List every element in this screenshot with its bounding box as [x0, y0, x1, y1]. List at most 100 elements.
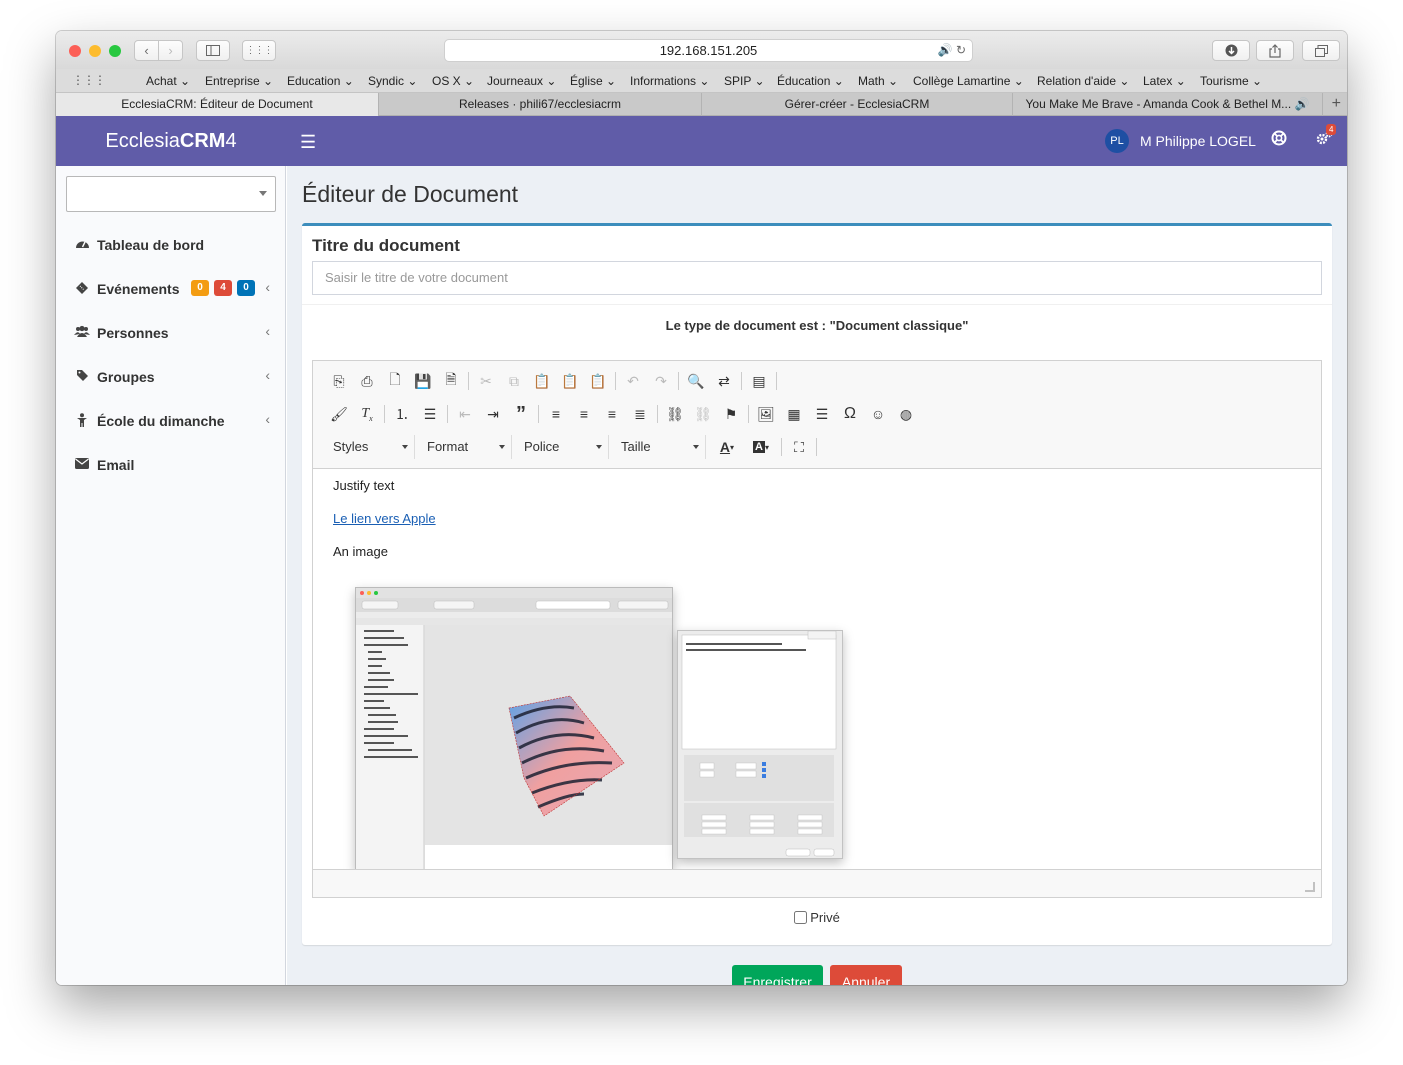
toolbar-separator	[816, 438, 817, 456]
paste-text-icon[interactable]: 📋	[556, 369, 584, 393]
replace-icon[interactable]: ⇄	[710, 369, 738, 393]
remove-format-icon[interactable]: Tx	[353, 402, 381, 426]
save-icon[interactable]: 💾	[409, 369, 437, 393]
outdent-icon[interactable]: ⇤	[451, 402, 479, 426]
unlink-icon[interactable]: ⛓	[689, 402, 717, 426]
text-color-icon[interactable]: A ▾	[710, 435, 744, 459]
minimize-window-button[interactable]	[89, 45, 101, 57]
private-checkbox[interactable]	[794, 911, 808, 924]
tab-gerer[interactable]: Gérer-créer - EcclesiaCRM	[702, 93, 1013, 116]
image-icon[interactable]: 🖼	[752, 402, 780, 426]
paste-icon[interactable]: 📋	[528, 369, 556, 393]
align-center-icon[interactable]: ≡	[570, 402, 598, 426]
editor-content[interactable]: Justify text Le lien vers Apple An image	[313, 469, 1321, 869]
smiley-icon[interactable]: ☺	[864, 402, 892, 426]
bookmark-eglise[interactable]: Église ⌄	[570, 74, 616, 88]
sidebar-item-email[interactable]: Email	[56, 443, 286, 487]
iframe-globe-icon[interactable]: ◍	[892, 402, 920, 426]
reload-icon[interactable]: ↻	[956, 43, 966, 57]
copy-format-icon[interactable]: 🖌	[325, 402, 353, 426]
bookmark-math[interactable]: Math ⌄	[858, 74, 898, 88]
maximize-icon[interactable]: ⛶	[785, 435, 813, 459]
font-combo[interactable]: Police	[516, 435, 609, 459]
copy-icon[interactable]: ⧉	[500, 369, 528, 393]
apple-link[interactable]: Le lien vers Apple	[333, 511, 436, 526]
apps-grid-icon[interactable]: ⋮⋮⋮	[72, 73, 106, 87]
bg-color-icon[interactable]: A ▾	[744, 435, 778, 459]
size-combo[interactable]: Taille	[613, 435, 706, 459]
new-page-icon[interactable]: 🗋	[381, 369, 409, 393]
redo-icon[interactable]: ↷	[647, 369, 675, 393]
link-icon[interactable]: ⛓	[661, 402, 689, 426]
select-all-icon[interactable]: ▤	[745, 369, 773, 393]
events-badge-orange: 0	[191, 280, 209, 296]
tab-releases[interactable]: Releases · phili67/ecclesiacrm	[379, 93, 702, 116]
styles-combo[interactable]: Styles	[325, 435, 415, 459]
table-icon[interactable]: ▦	[780, 402, 808, 426]
forward-button[interactable]: ›	[158, 40, 183, 61]
url-actions: 🔊 ↻	[938, 40, 966, 61]
cancel-button[interactable]: Annuler	[830, 965, 902, 985]
indent-icon[interactable]: ⇥	[479, 402, 507, 426]
horizontal-rule-icon[interactable]: ☰	[808, 402, 836, 426]
close-window-button[interactable]	[69, 45, 81, 57]
sidebar-item-evenements[interactable]: Evénements 0 4 0 ‹	[56, 267, 286, 311]
bookmark-informations[interactable]: Informations ⌄	[630, 74, 709, 88]
bookmark-syndic[interactable]: Syndic ⌄	[368, 74, 417, 88]
anchor-flag-icon[interactable]: ⚑	[717, 402, 745, 426]
format-combo[interactable]: Format	[419, 435, 512, 459]
help-lifebuoy-icon[interactable]	[1271, 130, 1287, 151]
print-icon[interactable]: ⎙	[353, 369, 381, 393]
paste-word-icon[interactable]: 📋	[584, 369, 612, 393]
bookmark-achat[interactable]: Achat ⌄	[146, 74, 190, 88]
document-title-input[interactable]: Saisir le titre de votre document	[312, 261, 1322, 295]
app-logo[interactable]: EcclesiaCRM4	[56, 116, 286, 166]
bookmark-journeaux[interactable]: Journeaux ⌄	[487, 74, 556, 88]
save-button[interactable]: Enregistrer	[732, 965, 823, 985]
templates-icon[interactable]: 🗎	[437, 369, 465, 393]
downloads-button[interactable]	[1212, 40, 1250, 61]
undo-icon[interactable]: ↶	[619, 369, 647, 393]
address-bar[interactable]: 192.168.151.205 🔊 ↻	[444, 39, 973, 62]
bookmark-latex[interactable]: Latex ⌄	[1143, 74, 1186, 88]
zoom-window-button[interactable]	[109, 45, 121, 57]
share-button[interactable]	[1256, 40, 1294, 61]
sidebar-item-ecole[interactable]: École du dimanche ‹	[56, 399, 286, 443]
sidebar-search-select[interactable]	[66, 176, 276, 212]
resize-handle-icon[interactable]	[1305, 882, 1315, 892]
align-justify-icon[interactable]: ≣	[626, 402, 654, 426]
bookmark-spip[interactable]: SPIP ⌄	[724, 74, 765, 88]
bookmark-education[interactable]: Education ⌄	[287, 74, 354, 88]
user-name[interactable]: M Philippe LOGEL	[1140, 133, 1256, 149]
bookmark-entreprise[interactable]: Entreprise ⌄	[205, 74, 273, 88]
numbered-list-icon[interactable]: ⒈	[388, 402, 416, 426]
bookmark-relation[interactable]: Relation d'aide ⌄	[1037, 74, 1129, 88]
bookmark-college[interactable]: Collège Lamartine ⌄	[913, 74, 1024, 88]
bookmark-tourisme[interactable]: Tourisme ⌄	[1200, 74, 1262, 88]
embedded-screenshot-image[interactable]	[355, 587, 673, 869]
avatar[interactable]: PL	[1105, 129, 1129, 153]
speaker-icon[interactable]: 🔊	[938, 43, 953, 57]
sidebar-toggle-button[interactable]	[196, 40, 230, 61]
top-sites-button[interactable]: ⋮⋮⋮	[242, 40, 276, 61]
bulleted-list-icon[interactable]: ☰	[416, 402, 444, 426]
new-tab-button[interactable]: +	[1332, 93, 1341, 115]
find-icon[interactable]: 🔍	[682, 369, 710, 393]
tab-editeur[interactable]: EcclesiaCRM: Éditeur de Document	[56, 93, 379, 116]
sidebar-item-personnes[interactable]: Personnes ‹	[56, 311, 286, 355]
sidebar-item-groupes[interactable]: Groupes ‹	[56, 355, 286, 399]
cut-icon[interactable]: ✂	[472, 369, 500, 393]
align-right-icon[interactable]: ≡	[598, 402, 626, 426]
menu-toggle-icon[interactable]: ☰	[300, 132, 316, 153]
bookmark-education-2[interactable]: Éducation ⌄	[777, 74, 844, 88]
blockquote-icon[interactable]: ”	[507, 402, 535, 426]
align-left-icon[interactable]: ≡	[542, 402, 570, 426]
preview-icon[interactable]: ⎘	[325, 369, 353, 393]
back-button[interactable]: ‹	[134, 40, 159, 61]
bookmark-osx[interactable]: OS X ⌄	[432, 74, 474, 88]
audio-icon[interactable]: 🔊	[1295, 97, 1310, 111]
tab-music[interactable]: You Make Me Brave - Amanda Cook & Bethel…	[1013, 93, 1323, 116]
sidebar-item-dashboard[interactable]: Tableau de bord	[56, 223, 286, 267]
tab-overview-button[interactable]	[1302, 40, 1340, 61]
special-char-icon[interactable]: Ω	[836, 402, 864, 426]
